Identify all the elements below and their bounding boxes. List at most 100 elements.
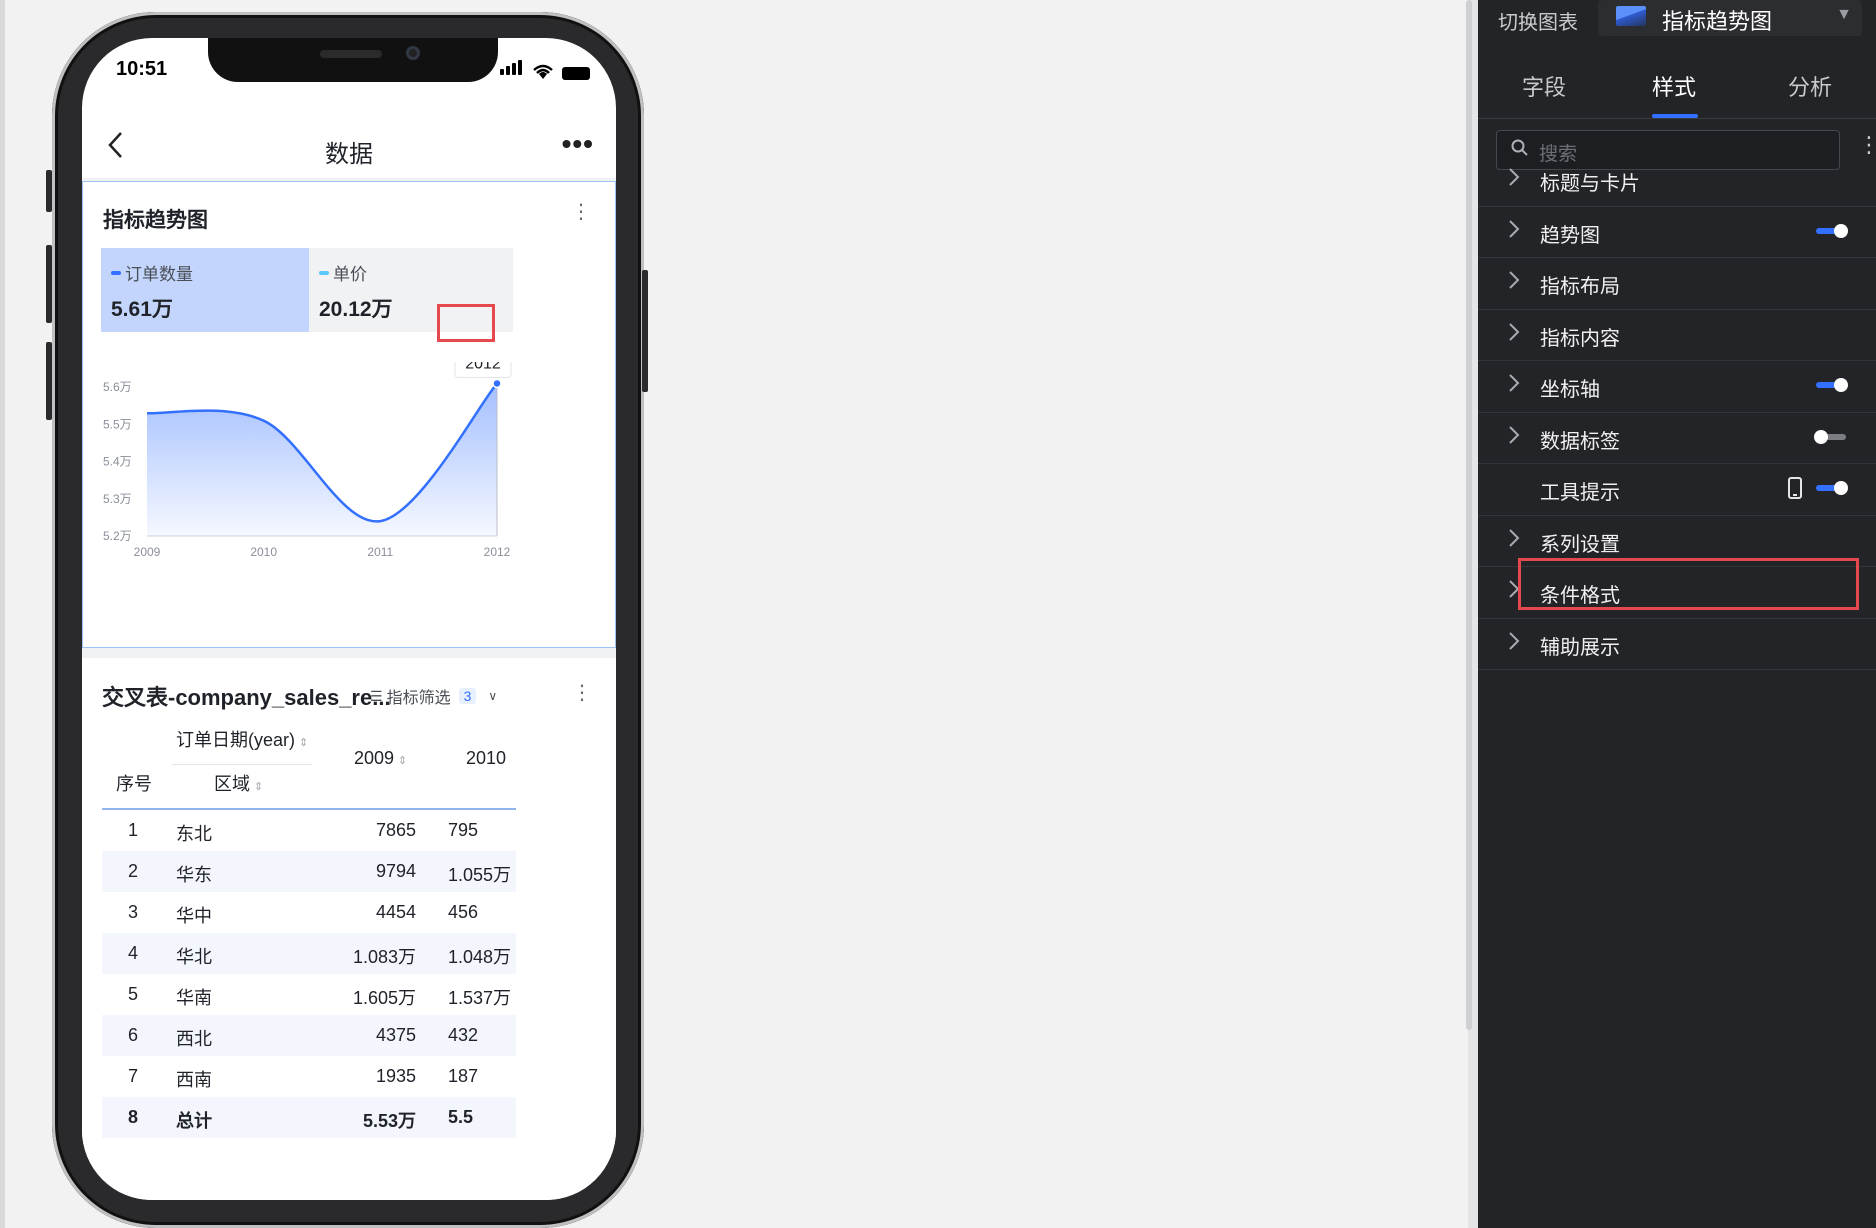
front-camera bbox=[406, 46, 420, 60]
table-row[interactable]: 4 华北 1.083万 1.048万 bbox=[102, 933, 516, 974]
metric-filter-button[interactable]: ☰ 指标筛选 3 ∨ bbox=[370, 684, 497, 708]
nav-title: 数据 bbox=[325, 141, 373, 168]
y-tick-label: 5.3万 bbox=[103, 492, 132, 506]
section-5[interactable]: 坐标轴 bbox=[1478, 360, 1876, 413]
cell-2009: 4375 bbox=[375, 1025, 416, 1045]
table-row[interactable]: 1 东北 7865 795 bbox=[102, 810, 516, 851]
section-label: 辅助展示 bbox=[1540, 636, 1620, 659]
chevron-right-icon bbox=[1508, 167, 1520, 193]
chevron-right-icon bbox=[1508, 219, 1520, 245]
cross-table-card[interactable]: 交叉表-company_sales_re... ☰ 指标筛选 3 ∨ ⋮ 订单日… bbox=[82, 658, 616, 1200]
section-label: 指标布局 bbox=[1540, 276, 1620, 298]
toggle-knob bbox=[1834, 481, 1848, 495]
cell-2010: 456 bbox=[448, 902, 479, 922]
header-date-group[interactable]: 订单日期(year) ⇕ bbox=[176, 726, 308, 752]
header-region[interactable]: 区域 ⇕ bbox=[214, 770, 263, 796]
table-row[interactable]: 3 华中 4454 456 bbox=[102, 892, 516, 933]
cell-2010: 1.537万 bbox=[448, 988, 512, 1008]
header-label: 订单日期(year) bbox=[176, 730, 296, 750]
filter-label: 指标筛选 bbox=[386, 690, 451, 707]
left-edge-strip bbox=[0, 0, 5, 1228]
header-2009[interactable]: 2009 ⇕ bbox=[354, 748, 407, 769]
table-row[interactable]: 6 西北 4375 432 bbox=[102, 1015, 516, 1056]
section-6[interactable]: 数据标签 bbox=[1478, 412, 1876, 464]
mobile-device-icon[interactable] bbox=[1788, 477, 1802, 499]
table-row[interactable]: 2 华东 9794 1.055万 bbox=[102, 851, 516, 892]
row-region: 东北 bbox=[176, 824, 212, 844]
header-index: 序号 bbox=[116, 774, 152, 794]
chart-type-select[interactable]: 指标趋势图 ▼ bbox=[1598, 0, 1862, 36]
phone-screen: 10:51 数据 ••• 指标趋势图 ⋮ 订单数量 5.61万 单价 20.12… bbox=[82, 38, 616, 1200]
section-10[interactable]: 辅助展示 bbox=[1478, 618, 1876, 670]
row-index: 6 bbox=[127, 1025, 138, 1045]
kebab-icon: ⋮ bbox=[571, 201, 591, 223]
section-toggle[interactable] bbox=[1814, 429, 1846, 444]
chevron-right-icon bbox=[1508, 425, 1520, 451]
toggle-knob bbox=[1834, 378, 1848, 392]
nav-bar: 数据 ••• bbox=[82, 116, 616, 176]
card-title: 指标趋势图 bbox=[103, 209, 208, 232]
section-4[interactable]: 指标内容 bbox=[1478, 309, 1876, 361]
canvas-scrollbar[interactable] bbox=[1466, 0, 1472, 1030]
section-2[interactable]: 趋势图 bbox=[1478, 206, 1876, 258]
section-3[interactable]: 指标布局 bbox=[1478, 257, 1876, 310]
phone-power-button bbox=[642, 270, 648, 392]
section-toggle[interactable] bbox=[1816, 223, 1848, 238]
row-index: 7 bbox=[127, 1066, 138, 1086]
x-tick-label: 2009 bbox=[134, 545, 161, 559]
card-menu-button[interactable]: ⋮ bbox=[571, 202, 591, 222]
section-1[interactable]: 标题与卡片 bbox=[1478, 154, 1876, 207]
tab-analysis[interactable]: 分析 bbox=[1788, 70, 1832, 102]
row-index: 3 bbox=[127, 902, 138, 922]
metric-order-count[interactable]: 订单数量 5.61万 bbox=[101, 248, 341, 332]
row-index: 2 bbox=[127, 861, 138, 881]
table-row[interactable]: 5 华南 1.605万 1.537万 bbox=[102, 974, 516, 1015]
sort-icon: ⇕ bbox=[254, 781, 264, 793]
row-index: 8 bbox=[127, 1107, 138, 1127]
table-header: 订单日期(year) ⇕ 序号 区域 ⇕ 2009 ⇕ 2010 bbox=[102, 720, 516, 810]
wifi-icon bbox=[533, 64, 553, 79]
y-tick-label: 5.6万 bbox=[103, 380, 132, 394]
metric-label: 单价 bbox=[333, 265, 367, 284]
section-7[interactable]: 工具提示 bbox=[1478, 463, 1876, 516]
row-region: 华南 bbox=[176, 988, 212, 1008]
tab-style[interactable]: 样式 bbox=[1652, 70, 1696, 102]
tab-fields[interactable]: 字段 bbox=[1522, 70, 1566, 102]
cell-2010: 432 bbox=[448, 1025, 479, 1045]
header-2010[interactable]: 2010 bbox=[466, 748, 506, 769]
status-time: 10:51 bbox=[116, 58, 168, 80]
cell-2009: 1.605万 bbox=[352, 988, 416, 1008]
table-row[interactable]: 7 西南 1935 187 bbox=[102, 1056, 516, 1097]
table-row[interactable]: 8 总计 5.53万 5.5 bbox=[102, 1097, 516, 1138]
cell-2010: 1.048万 bbox=[448, 947, 512, 967]
chevron-right-icon bbox=[1508, 373, 1520, 399]
cell-2010: 5.5 bbox=[448, 1107, 474, 1127]
section-label: 趋势图 bbox=[1540, 224, 1600, 247]
section-label: 标题与卡片 bbox=[1540, 173, 1640, 195]
status-icons bbox=[500, 60, 590, 80]
tooltip-label: 2012 bbox=[465, 362, 501, 372]
cell-2010: 795 bbox=[448, 820, 479, 840]
cell-2009: 7865 bbox=[375, 820, 416, 840]
section-toggle[interactable] bbox=[1816, 378, 1848, 392]
cell-2009: 4454 bbox=[375, 902, 416, 922]
table-menu-button[interactable]: ⋮ bbox=[572, 680, 592, 705]
metric-trend-card[interactable]: 指标趋势图 ⋮ 订单数量 5.61万 单价 20.12万 5.7万5.6万5.5… bbox=[82, 181, 616, 648]
cell-2009: 1935 bbox=[375, 1066, 416, 1086]
section-toggle[interactable] bbox=[1816, 481, 1848, 495]
active-tab-indicator bbox=[1652, 114, 1698, 118]
trend-chart[interactable]: 5.7万5.6万5.5万5.4万5.3万5.2万2009201020112012… bbox=[83, 362, 533, 622]
row-index: 1 bbox=[127, 820, 138, 840]
section-label: 数据标签 bbox=[1540, 430, 1620, 453]
cell-2009: 9794 bbox=[375, 861, 416, 881]
row-region: 华北 bbox=[176, 947, 212, 967]
y-tick-label: 5.4万 bbox=[103, 455, 132, 469]
metric-label: 订单数量 bbox=[125, 265, 193, 284]
kebab-icon: ⋮ bbox=[572, 682, 592, 704]
chevron-right-icon bbox=[1508, 270, 1520, 296]
sort-icon: ⇕ bbox=[398, 755, 408, 767]
tooltip-section-highlight bbox=[1518, 558, 1859, 610]
section-label: 工具提示 bbox=[1540, 482, 1620, 504]
chevron-down-icon: ∨ bbox=[488, 689, 498, 703]
more-button[interactable]: ••• bbox=[562, 128, 594, 160]
